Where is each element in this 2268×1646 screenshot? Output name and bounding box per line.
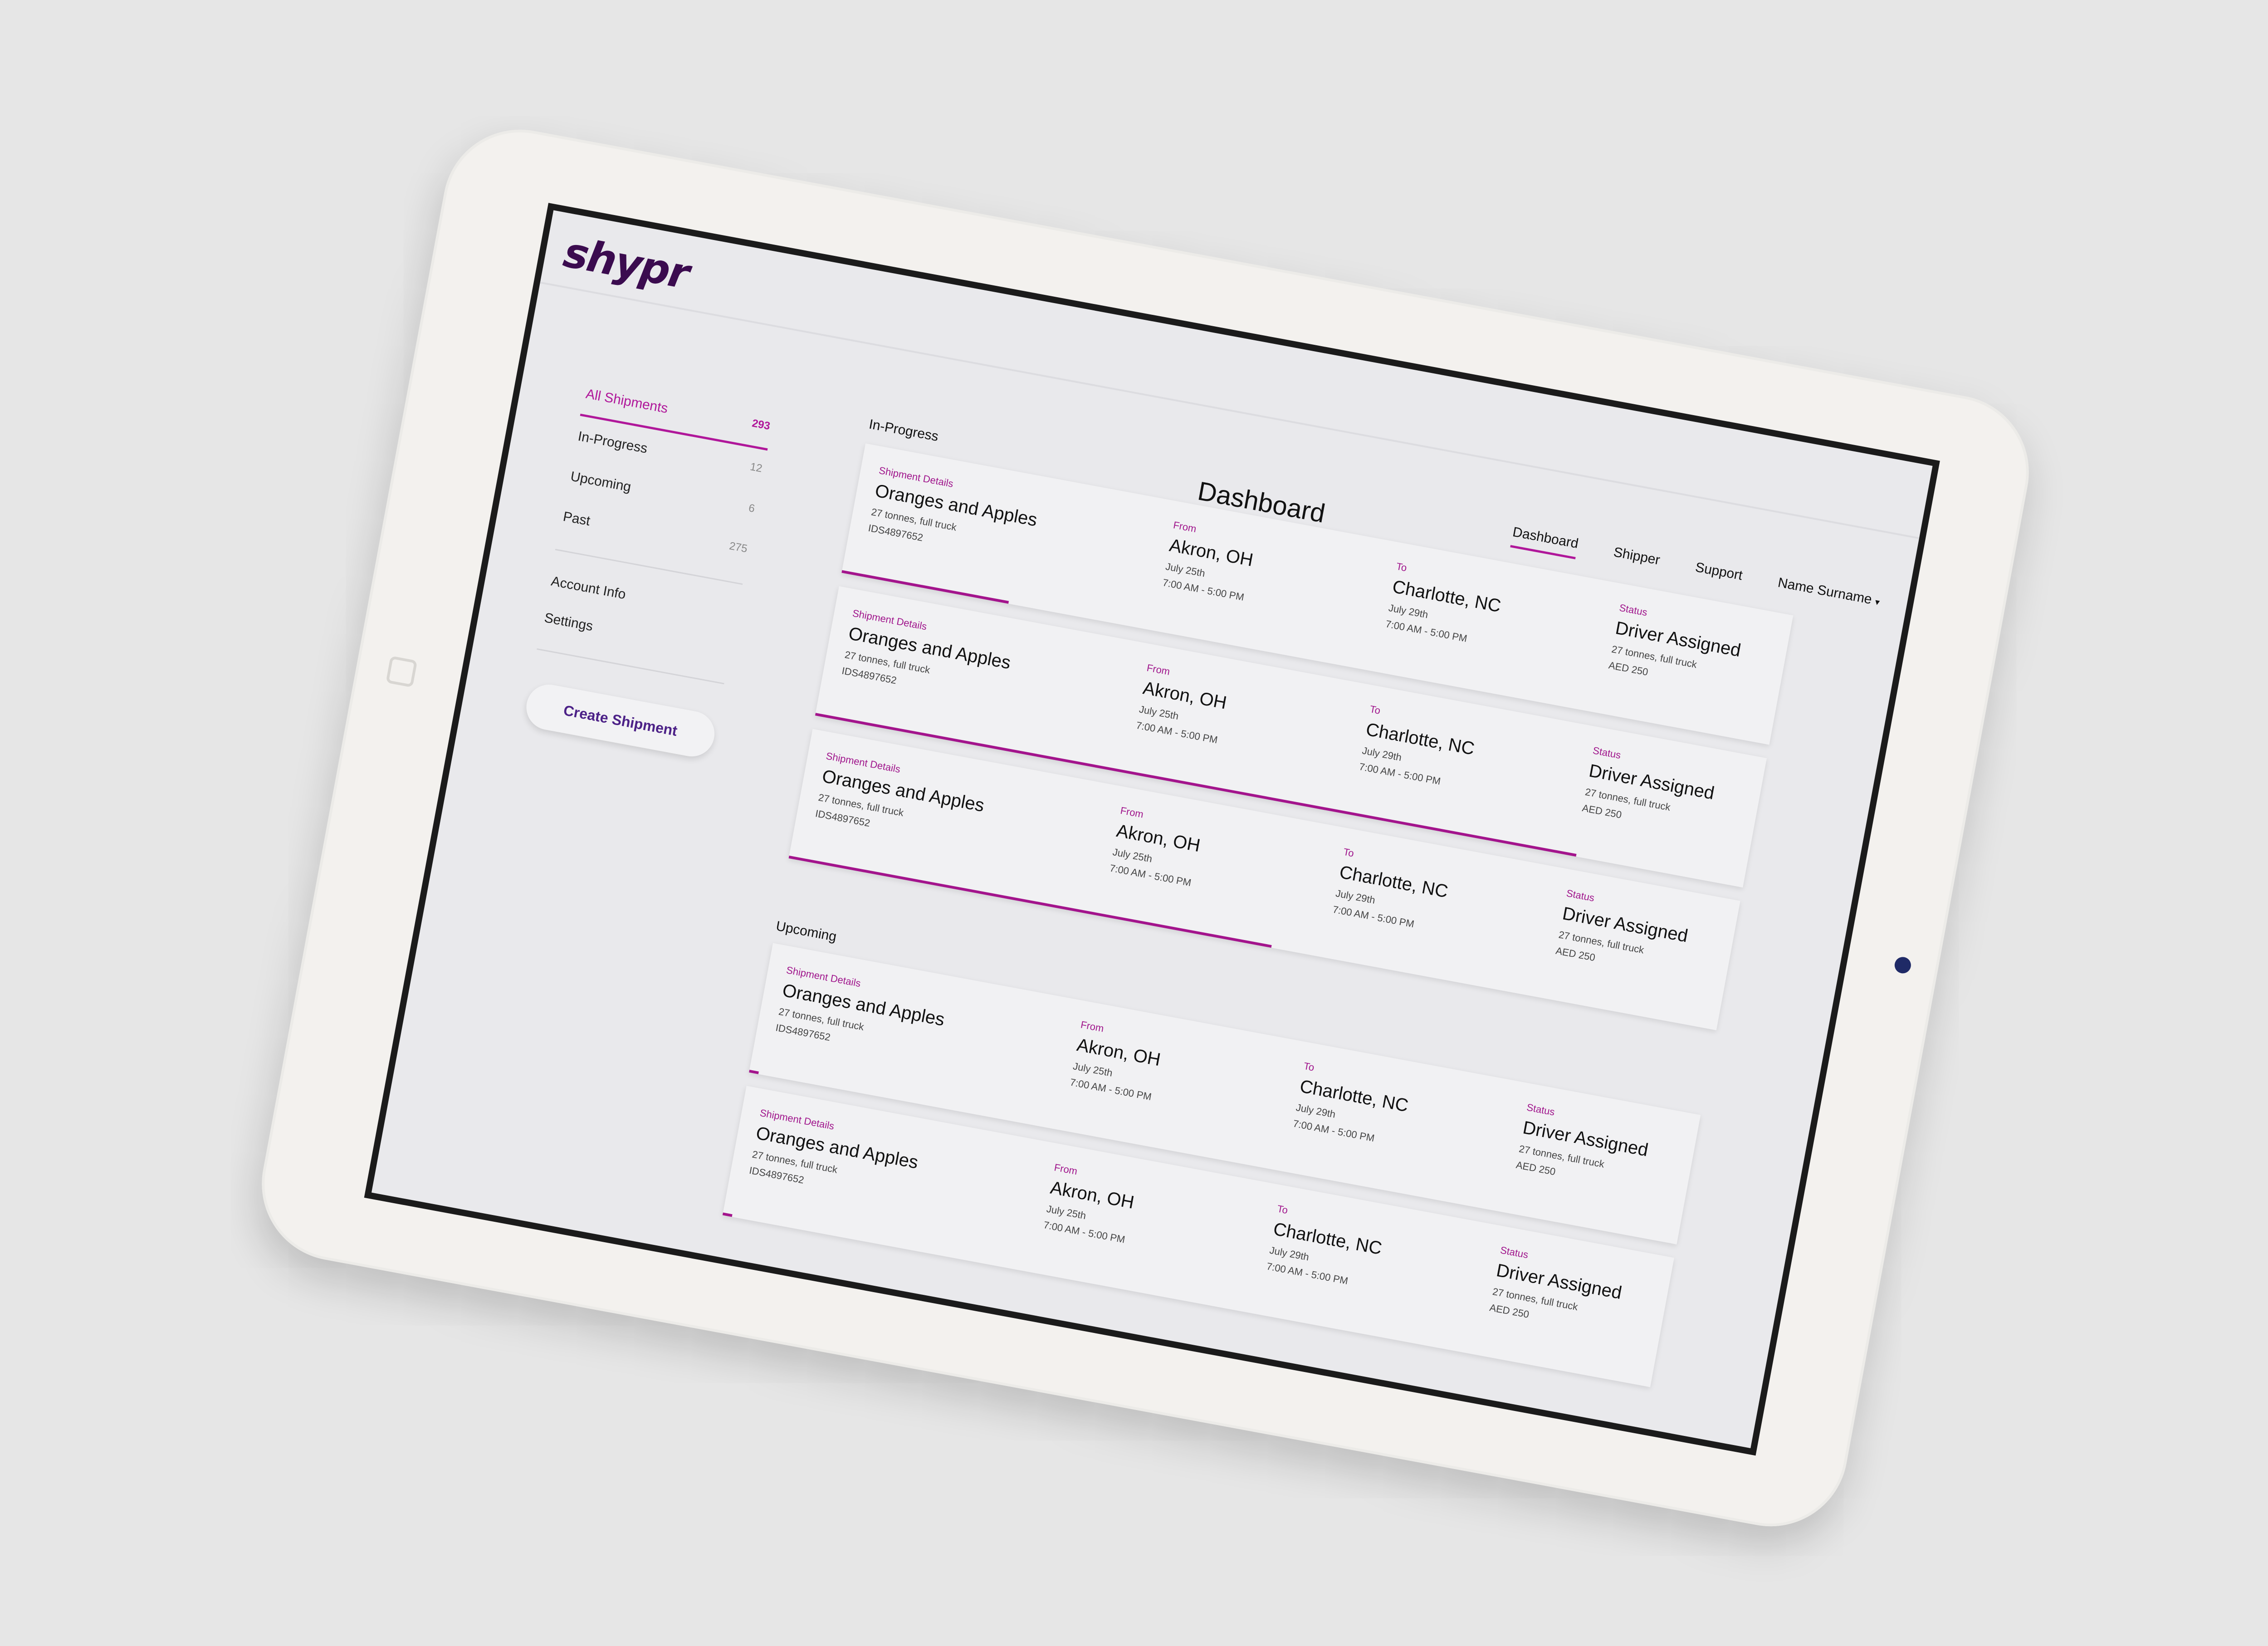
home-button[interactable]: [386, 656, 418, 688]
nav-support[interactable]: Support: [1693, 559, 1744, 588]
card-column: Shipment Details Oranges and Apples 27 ton…: [840, 607, 1015, 711]
user-name: Name Surname: [1776, 574, 1873, 607]
card-column: To Charlotte, NC July 29th 7:00 AM - 5:00 P…: [1331, 846, 1452, 940]
card-column: Status Driver Assigned 27 tonnes, full tru…: [1488, 1244, 1627, 1341]
card-column: Shipment Details Oranges and Apples 27 ton…: [866, 465, 1041, 568]
sidebar-item-count: 275: [728, 539, 748, 555]
card-column: Shipment Details Oranges and Apples 27 ton…: [813, 750, 988, 853]
sidebar-item-count: 293: [751, 417, 771, 433]
card-column: Shipment Details Oranges and Apples 27 ton…: [774, 964, 949, 1068]
screen: shypr Dashboard Shipper Support Name Sur…: [364, 203, 1940, 1456]
card-column: Status Driver Assigned 27 tonnes, full tru…: [1514, 1102, 1653, 1198]
brand-logo[interactable]: shypr: [560, 228, 692, 299]
card-column: Shipment Details Oranges and Apples 27 ton…: [748, 1107, 923, 1210]
sidebar-item-label: All Shipments: [584, 386, 670, 416]
sidebar-item-label: Past: [562, 509, 591, 529]
card-column: Status Driver Assigned 27 tonnes, full tru…: [1554, 887, 1693, 984]
shipment-progress-bar: [722, 1212, 733, 1217]
caret-down-icon: ▾: [1874, 597, 1881, 607]
shipment-progress-bar: [788, 855, 1272, 948]
section-upcoming: Upcoming: [775, 918, 838, 945]
create-shipment-button[interactable]: Create Shipment: [523, 681, 719, 760]
sidebar-item-label: Upcoming: [569, 469, 632, 495]
card-column: From Akron, OH July 25th 7:00 AM - 5:00 PM: [1108, 805, 1205, 894]
shipment-progress-bar: [749, 1069, 759, 1074]
section-in-progress: In-Progress: [868, 416, 940, 445]
user-menu[interactable]: Name Surname ▾: [1776, 575, 1882, 614]
card-column: From Akron, OH July 25th 7:00 AM - 5:00 PM: [1161, 519, 1258, 608]
tablet-device: shypr Dashboard Shipper Support Name Sur…: [249, 117, 2042, 1539]
sidebar-item-count: 12: [749, 460, 763, 475]
card-column: From Akron, OH July 25th 7:00 AM - 5:00 PM: [1068, 1019, 1165, 1108]
camera-icon: [1893, 955, 1912, 975]
card-column: To Charlotte, NC July 29th 7:00 AM - 5:00 P…: [1384, 560, 1505, 654]
card-column: From Akron, OH July 25th 7:00 AM - 5:00 PM: [1134, 662, 1232, 751]
nav-shipper[interactable]: Shipper: [1611, 544, 1662, 573]
card-column: Status Driver Assigned 27 tonnes, full tru…: [1580, 745, 1719, 841]
nav-dashboard[interactable]: Dashboard: [1510, 524, 1580, 559]
sidebar: All Shipments 293 In-Progress 12 Upcomin…: [523, 373, 775, 760]
card-column: From Akron, OH July 25th 7:00 AM - 5:00 PM: [1042, 1161, 1139, 1250]
card-column: Status Driver Assigned 27 tonnes, full tru…: [1607, 602, 1745, 699]
card-column: To Charlotte, NC July 29th 7:00 AM - 5:00 P…: [1291, 1060, 1413, 1154]
sidebar-item-label: In-Progress: [577, 428, 649, 456]
sidebar-item-count: 6: [748, 502, 756, 515]
card-column: To Charlotte, NC July 29th 7:00 AM - 5:00 P…: [1357, 703, 1479, 797]
card-column: To Charlotte, NC July 29th 7:00 AM - 5:00 P…: [1265, 1203, 1386, 1296]
